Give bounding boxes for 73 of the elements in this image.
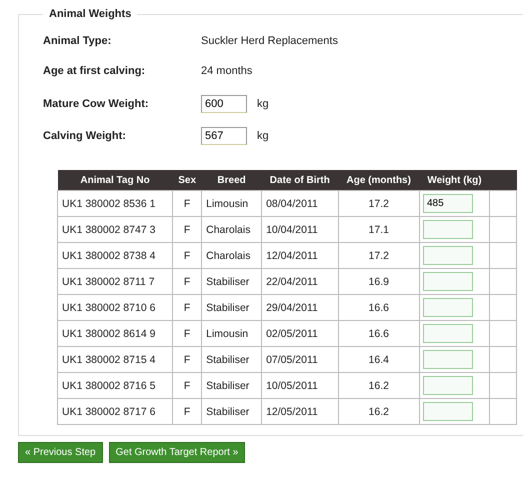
- column-header: Age (months): [338, 170, 420, 190]
- table-cell: 17.2: [338, 190, 420, 216]
- table-cell: F: [172, 242, 202, 268]
- table-cell: 12/05/2011: [262, 398, 338, 424]
- table-cell: 16.4: [338, 346, 420, 372]
- table-cell: Charolais: [202, 242, 262, 268]
- weight-input[interactable]: 600: [201, 95, 247, 113]
- section-title: Animal Weights: [48, 8, 132, 20]
- table-cell: 29/04/2011: [262, 294, 338, 320]
- table-cell: 17.1: [338, 216, 420, 242]
- table-cell: 16.2: [338, 398, 420, 424]
- weight-input[interactable]: [422, 324, 473, 343]
- table-cell: UK1 380002 8710 6: [58, 294, 173, 320]
- table-cell: 07/05/2011: [262, 346, 338, 372]
- column-header: Date of Birth: [262, 170, 338, 190]
- table-cell: F: [172, 346, 202, 372]
- weight-input[interactable]: 485: [422, 194, 473, 213]
- table-cell: F: [172, 398, 202, 424]
- weight-input[interactable]: [422, 246, 473, 265]
- table-cell: UK1 380002 8536 1: [58, 190, 173, 216]
- field-label: Age at first calving:: [43, 65, 146, 77]
- column-header: Animal Tag No: [58, 170, 173, 190]
- unit-label: kg: [257, 130, 269, 142]
- nav-button[interactable]: Get Growth Target Report »: [108, 442, 246, 463]
- field-value: Suckler Herd Replacements: [201, 35, 338, 47]
- table-cell: Stabiliser: [202, 346, 262, 372]
- table-cell: UK1 380002 8738 4: [58, 242, 173, 268]
- table-cell: UK1 380002 8715 4: [58, 346, 173, 372]
- field-value: 24 months: [201, 65, 252, 77]
- table-cell: 16.2: [338, 372, 420, 398]
- field-label: Calving Weight:: [43, 130, 127, 142]
- table-cell: Stabiliser: [202, 372, 262, 398]
- weight-input[interactable]: [422, 350, 473, 369]
- table-cell: 08/04/2011: [262, 190, 338, 216]
- table-cell: F: [172, 320, 202, 346]
- weight-input[interactable]: [422, 402, 473, 421]
- weight-input[interactable]: [422, 220, 473, 239]
- field-label: Mature Cow Weight:: [43, 98, 150, 110]
- table-cell: 16.9: [338, 268, 420, 294]
- weight-input[interactable]: [422, 272, 473, 291]
- weight-input[interactable]: [422, 376, 473, 395]
- weight-input[interactable]: [422, 298, 473, 317]
- table-cell: 10/05/2011: [262, 372, 338, 398]
- table-cell: F: [172, 190, 202, 216]
- table-cell: UK1 380002 8717 6: [58, 398, 173, 424]
- column-header: Weight (kg): [419, 170, 490, 190]
- nav-button[interactable]: « Previous Step: [18, 442, 103, 463]
- table-cell: F: [172, 268, 202, 294]
- table-cell: Stabiliser: [202, 294, 262, 320]
- table-cell: Limousin: [202, 320, 262, 346]
- column-header: Breed: [202, 170, 262, 190]
- table-cell: 22/04/2011: [262, 268, 338, 294]
- table-cell: UK1 380002 8614 9: [58, 320, 173, 346]
- table-cell: 10/04/2011: [262, 216, 338, 242]
- weight-input[interactable]: 567: [201, 127, 247, 145]
- table-cell: 16.6: [338, 320, 420, 346]
- table-cell: F: [172, 372, 202, 398]
- table-cell: 16.6: [338, 294, 420, 320]
- table-cell: Stabiliser: [202, 398, 262, 424]
- table-cell: 02/05/2011: [262, 320, 338, 346]
- table-cell: Limousin: [202, 190, 262, 216]
- unit-label: kg: [257, 98, 269, 110]
- table-cell: UK1 380002 8716 5: [58, 372, 173, 398]
- table-cell: F: [172, 216, 202, 242]
- table-cell: UK1 380002 8711 7: [58, 268, 173, 294]
- field-label: Animal Type:: [43, 35, 112, 47]
- table-cell: Stabiliser: [202, 268, 262, 294]
- table-cell: UK1 380002 8747 3: [58, 216, 173, 242]
- table-cell: 17.2: [338, 242, 420, 268]
- column-header: Sex: [172, 170, 202, 190]
- table-cell: 12/04/2011: [262, 242, 338, 268]
- table-cell: Charolais: [202, 216, 262, 242]
- table-cell: F: [172, 294, 202, 320]
